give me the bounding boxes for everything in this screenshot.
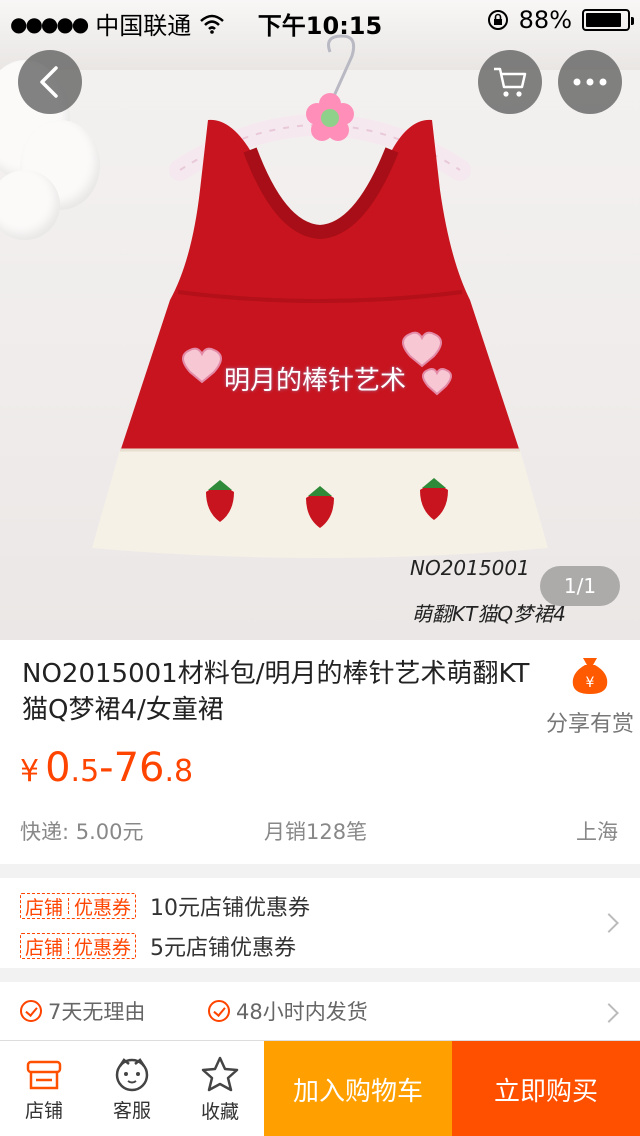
share-reward-label: 分享有赏 (545, 712, 634, 737)
chevron-right-icon (599, 913, 619, 933)
shipping-fee: 快递: 5.00元 (20, 820, 144, 844)
shop-coupon-tag: 店铺 优惠券 (20, 933, 137, 959)
bottom-action-bar: 店铺 客服 收藏 加入购物车 立即购买 (0, 1040, 640, 1136)
price-max-dec: .8 (164, 754, 194, 789)
check-circle-icon (20, 1000, 42, 1022)
add-to-cart-button[interactable]: 加入购物车 (264, 1041, 452, 1136)
monthly-sales: 月销128笔 (264, 820, 368, 844)
shop-icon (26, 1060, 62, 1089)
coupon-tag-coupon: 优惠券 (74, 936, 132, 959)
chevron-right-icon (599, 1003, 619, 1023)
price-max-int: 76 (113, 745, 165, 791)
coupon-item[interactable]: 店铺 优惠券 5元店铺优惠券 (20, 930, 296, 962)
price-range: ¥0.5-76.8 (20, 740, 193, 800)
service-label: 48小时内发货 (236, 1000, 368, 1024)
product-info-section: NO2015001材料包/明月的棒针艺术萌翻KT猫Q梦裙4/女童裙 ¥ 分享有赏… (0, 640, 640, 864)
image-pager: 1/1 (540, 566, 620, 606)
back-button[interactable] (18, 50, 82, 114)
coupon-text: 10元店铺优惠券 (150, 896, 311, 921)
service-label: 7天无理由 (48, 1000, 146, 1024)
product-title: NO2015001材料包/明月的棒针艺术萌翻KT猫Q梦裙4/女童裙 (22, 659, 530, 725)
buy-now-button[interactable]: 立即购买 (452, 1041, 640, 1136)
coupon-section[interactable]: 店铺 优惠券 10元店铺优惠券 店铺 优惠券 5元店铺优惠券 (0, 878, 640, 968)
cart-button[interactable] (478, 50, 542, 114)
money-bag-icon: ¥ (572, 658, 608, 694)
product-detail-page: 明月的棒针艺术 NO2015001 萌翻KT猫Q梦裙4 1/1 ●●●●● 中国… (0, 0, 640, 1136)
dress-illustration (92, 34, 548, 558)
ship-location: 上海 (576, 820, 618, 844)
coupon-item[interactable]: 店铺 优惠券 10元店铺优惠券 (20, 890, 310, 922)
customer-service-icon (115, 1057, 149, 1091)
price-min-int: 0 (45, 745, 71, 791)
shop-tab-label: 店铺 (24, 1099, 63, 1122)
service-item: 48小时内发货 (208, 996, 368, 1026)
shop-tab[interactable]: 店铺 (0, 1041, 88, 1136)
product-image[interactable]: 明月的棒针艺术 NO2015001 萌翻KT猫Q梦裙4 1/1 (0, 0, 640, 640)
check-circle-icon (208, 1000, 230, 1022)
favorite-label: 收藏 (200, 1100, 239, 1123)
price-min-dec: .5 (70, 754, 100, 789)
battery-percent: 88% (518, 6, 572, 34)
price-currency: ¥ (20, 754, 40, 789)
star-icon (201, 1056, 239, 1091)
status-bar: ●●●●● 中国联通 下午10:15 88% (0, 0, 640, 40)
service-guarantees[interactable]: 7天无理由 48小时内发货 (0, 982, 640, 1042)
svg-text:¥: ¥ (586, 675, 595, 691)
customer-service-label: 客服 (112, 1099, 151, 1122)
price-separator: - (99, 745, 114, 791)
watermark-text: 明月的棒针艺术 (224, 366, 407, 396)
rotation-lock-icon (487, 10, 508, 30)
coupon-tag-shop: 店铺 (25, 896, 64, 919)
favorite-tab[interactable]: 收藏 (176, 1041, 264, 1136)
chevron-left-icon (40, 66, 58, 98)
coupon-tag-shop: 店铺 (25, 936, 64, 959)
battery-icon (582, 9, 634, 31)
photo-caption-code: NO2015001 (410, 556, 530, 580)
customer-service-tab[interactable]: 客服 (88, 1041, 176, 1136)
coupon-text: 5元店铺优惠券 (150, 936, 297, 961)
shop-coupon-tag: 店铺 优惠券 (20, 893, 137, 919)
coupon-tag-coupon: 优惠券 (74, 896, 132, 919)
service-item: 7天无理由 (20, 996, 145, 1026)
more-dots-icon (573, 78, 607, 86)
cart-icon (494, 67, 527, 97)
more-button[interactable] (558, 50, 622, 114)
battery-level (586, 13, 621, 27)
share-reward-button[interactable]: ¥ 分享有赏 (540, 654, 640, 738)
photo-caption-name: 萌翻KT猫Q梦裙4 (412, 602, 566, 626)
